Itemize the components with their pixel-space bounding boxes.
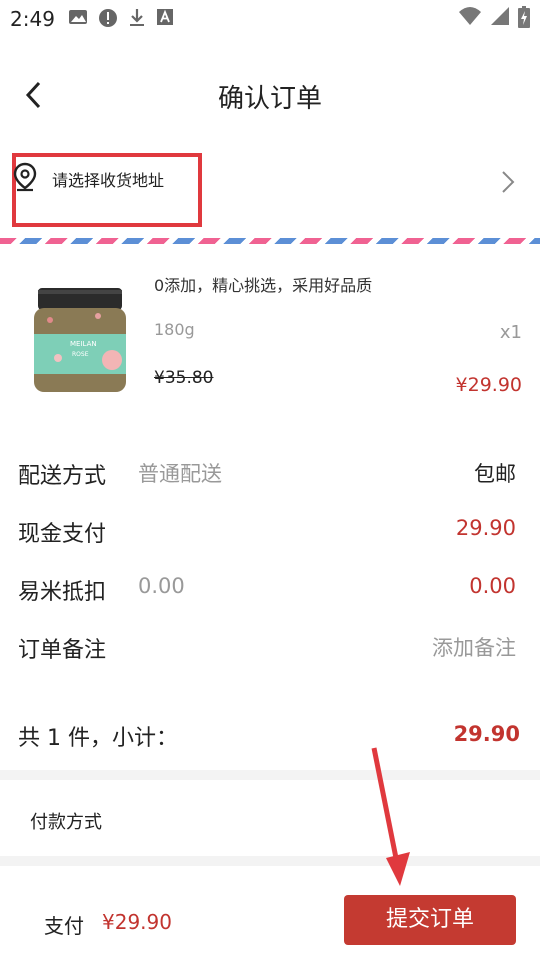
page-title: 确认订单 bbox=[217, 84, 322, 114]
delivery-method-type: 普通配送 bbox=[138, 462, 222, 486]
subtotal-value: 29.90 bbox=[453, 722, 520, 746]
subtotal-label: 共 1 件，小计： bbox=[18, 726, 178, 751]
product-item: MEILAN ROSE 0添加，精心挑选，采用好品质 180g x1 ¥35.8… bbox=[0, 258, 540, 408]
address-label: 请选择收货地址 bbox=[52, 171, 165, 190]
address-selector[interactable]: 请选择收货地址 bbox=[0, 150, 540, 232]
pay-amount: ¥29.90 bbox=[102, 910, 172, 934]
cash-payment-label: 现金支付 bbox=[18, 522, 107, 547]
chevron-right-icon bbox=[502, 171, 515, 193]
submit-order-button[interactable]: 提交订单 bbox=[344, 895, 516, 945]
status-bar: 2:49 bbox=[0, 0, 540, 36]
download-icon bbox=[130, 9, 144, 26]
product-original-price: ¥35.80 bbox=[154, 368, 214, 388]
image-icon bbox=[69, 10, 87, 24]
product-price: ¥29.90 bbox=[455, 374, 522, 396]
pay-label: 支付 bbox=[44, 914, 84, 938]
battery-icon bbox=[518, 6, 530, 28]
font-icon bbox=[157, 9, 173, 25]
status-icons-right bbox=[458, 6, 530, 28]
section-divider bbox=[0, 856, 540, 866]
product-image: MEILAN ROSE bbox=[34, 288, 126, 392]
delivery-fee-value: 包邮 bbox=[474, 462, 516, 486]
header: 确认订单 bbox=[0, 60, 540, 130]
product-image-brand: MEILAN bbox=[70, 340, 97, 348]
yimi-deduction-value: 0.00 bbox=[469, 574, 516, 598]
product-image-sub: ROSE bbox=[72, 351, 89, 358]
wifi-icon bbox=[459, 7, 481, 25]
delivery-method-label: 配送方式 bbox=[18, 464, 107, 489]
bottom-bar: 支付 ¥29.90 提交订单 bbox=[0, 880, 540, 960]
cash-payment-value: 29.90 bbox=[455, 516, 516, 540]
payment-method-label[interactable]: 付款方式 bbox=[30, 808, 102, 834]
section-divider bbox=[0, 770, 540, 780]
status-time: 2:49 bbox=[10, 7, 55, 31]
signal-icon bbox=[491, 7, 509, 25]
status-icons-left bbox=[68, 8, 174, 28]
alert-icon bbox=[99, 9, 117, 27]
order-note-input[interactable]: 添加备注 bbox=[432, 632, 516, 662]
annotation-arrow-icon bbox=[371, 747, 410, 886]
delivery-method-row[interactable]: 配送方式 普通配送 包邮 bbox=[0, 458, 540, 498]
product-quantity: x1 bbox=[499, 322, 522, 343]
product-name: 0添加，精心挑选，采用好品质 bbox=[154, 276, 373, 295]
order-note-row[interactable]: 订单备注 添加备注 bbox=[0, 632, 540, 672]
order-note-label: 订单备注 bbox=[18, 638, 107, 663]
cash-payment-row: 现金支付 29.90 bbox=[0, 516, 540, 556]
subtotal-row: 共 1 件，小计： 29.90 bbox=[0, 720, 540, 760]
yimi-deduction-label: 易米抵扣 bbox=[18, 580, 107, 605]
yimi-deduction-row[interactable]: 易米抵扣 0.00 0.00 bbox=[0, 574, 540, 614]
location-pin-icon bbox=[13, 162, 37, 192]
airmail-stripe-divider bbox=[0, 238, 540, 244]
yimi-balance: 0.00 bbox=[138, 574, 185, 598]
product-spec: 180g bbox=[154, 320, 195, 339]
